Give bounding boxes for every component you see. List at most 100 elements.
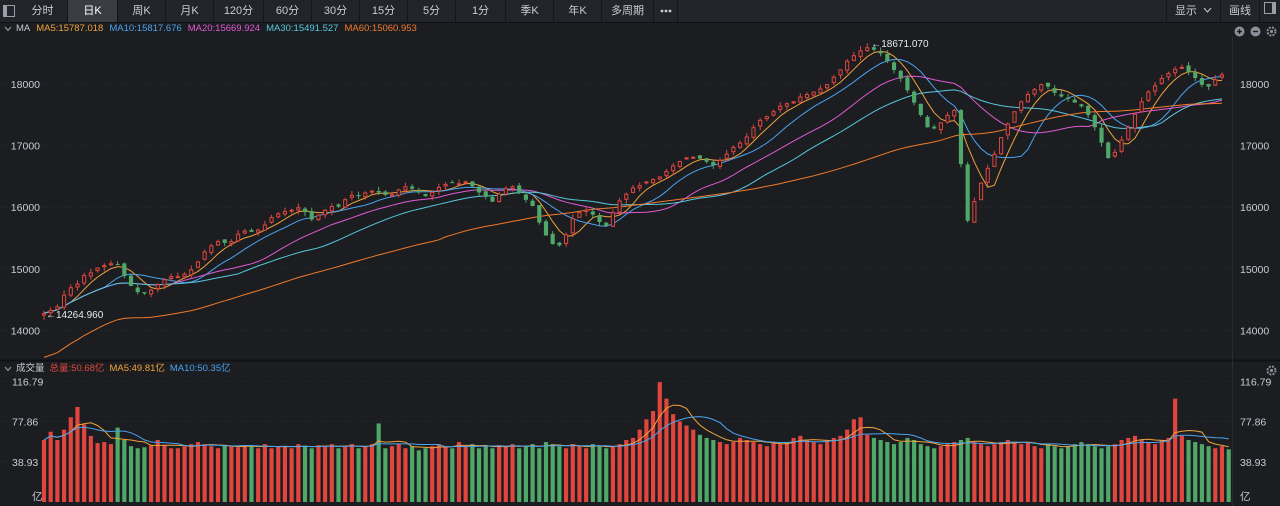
volume-bar: [276, 446, 281, 502]
candle-body: [262, 224, 267, 231]
candle-body: [684, 157, 689, 160]
candle-body: [1199, 78, 1204, 85]
volume-bar: [1186, 440, 1191, 502]
volume-bar: [229, 446, 234, 502]
volume-bar: [1065, 446, 1071, 502]
low-price-label: ←14264.960: [46, 310, 104, 321]
candle-body: [1119, 139, 1124, 152]
volume-bar: [349, 444, 354, 502]
candle-body: [497, 193, 502, 202]
candle-body: [410, 186, 415, 189]
volume-bar: [443, 446, 448, 502]
volume-bar: [878, 440, 883, 502]
ma30-line: [43, 89, 1223, 314]
candle-body: [389, 194, 395, 197]
candle-body: [343, 199, 348, 208]
volume-bar: [423, 448, 428, 502]
volume-bar: [269, 448, 274, 502]
candle-body: [563, 234, 569, 245]
volume-bar: [1219, 446, 1225, 502]
candle-body: [557, 242, 562, 246]
volume-bar: [302, 446, 308, 502]
candle-body: [751, 127, 756, 138]
volume-bar: [1005, 440, 1010, 502]
volume-bar: [1059, 448, 1064, 502]
candle-body: [1173, 68, 1178, 74]
volume-bar: [336, 448, 341, 502]
candle-body: [644, 181, 649, 184]
candle-body: [149, 289, 154, 295]
volume-bar: [483, 446, 488, 502]
candle-body: [1079, 104, 1084, 107]
candle-body: [978, 182, 984, 201]
volume-bar: [169, 448, 174, 502]
candle-body: [443, 183, 448, 187]
candle-body: [671, 165, 676, 172]
volume-bar: [209, 446, 214, 502]
volume-bar: [517, 448, 522, 502]
candle-body: [242, 230, 247, 234]
candle-body: [135, 287, 140, 293]
candle-body: [932, 126, 937, 129]
y-tick-right: 16000: [1240, 202, 1269, 214]
volume-bar: [155, 440, 160, 502]
volume-bar: [135, 448, 140, 502]
volume-bar: [764, 446, 769, 502]
kline-chart[interactable]: 18000 18000 17000 17000 16000 16000 15000 15000…: [0, 0, 1280, 506]
candle-body: [617, 200, 622, 213]
candle-body: [369, 190, 375, 193]
volume-bar: [751, 442, 756, 502]
candle-body: [1045, 82, 1051, 87]
candle-body: [128, 275, 134, 286]
candle-body: [711, 161, 716, 166]
candle-body: [463, 181, 468, 184]
candle-body: [289, 209, 294, 212]
volume-bar: [992, 444, 997, 502]
volume-bar: [1012, 442, 1017, 502]
candle-body: [483, 191, 488, 197]
volume-bar: [684, 425, 689, 502]
volume-bars: [41, 382, 1231, 502]
candle-body: [738, 142, 743, 148]
volume-bar: [1052, 446, 1057, 502]
candle-body: [898, 70, 903, 79]
volume-bar: [296, 444, 301, 502]
volume-bar: [885, 442, 890, 502]
volume-bar: [316, 445, 321, 502]
candle-body: [1019, 101, 1024, 111]
candle-body: [610, 212, 615, 227]
candle-body: [1012, 111, 1017, 123]
candle-body: [182, 273, 187, 278]
volume-bar: [577, 446, 582, 502]
volume-bar: [898, 442, 903, 502]
candle-body: [798, 96, 803, 103]
volume-bar: [1146, 442, 1151, 502]
volume-bar: [289, 448, 294, 502]
volume-bar: [845, 429, 850, 502]
candle-body: [323, 209, 328, 216]
candle-body: [831, 76, 836, 83]
volume-bar: [470, 444, 475, 502]
volume-bar: [925, 446, 930, 502]
candles: [41, 43, 1225, 320]
volume-bar: [62, 429, 67, 502]
candle-body: [189, 269, 194, 276]
candle-body: [624, 193, 629, 200]
volume-bar: [309, 448, 314, 502]
volume-bar: [1159, 440, 1164, 502]
candle-body: [717, 159, 723, 167]
volume-bar: [771, 442, 776, 502]
volume-bar: [1039, 448, 1044, 502]
volume-bar: [450, 448, 455, 502]
candle-body: [1052, 88, 1057, 93]
candle-body: [1005, 123, 1010, 136]
candle-body: [597, 215, 602, 222]
candle-body: [470, 181, 475, 187]
volume-bar: [1019, 444, 1024, 502]
volume-bar: [122, 440, 127, 502]
volume-bar: [463, 446, 468, 502]
volume-bar: [804, 440, 810, 502]
candle-body: [945, 114, 950, 123]
candle-body: [651, 178, 656, 184]
candle-body: [55, 306, 60, 310]
